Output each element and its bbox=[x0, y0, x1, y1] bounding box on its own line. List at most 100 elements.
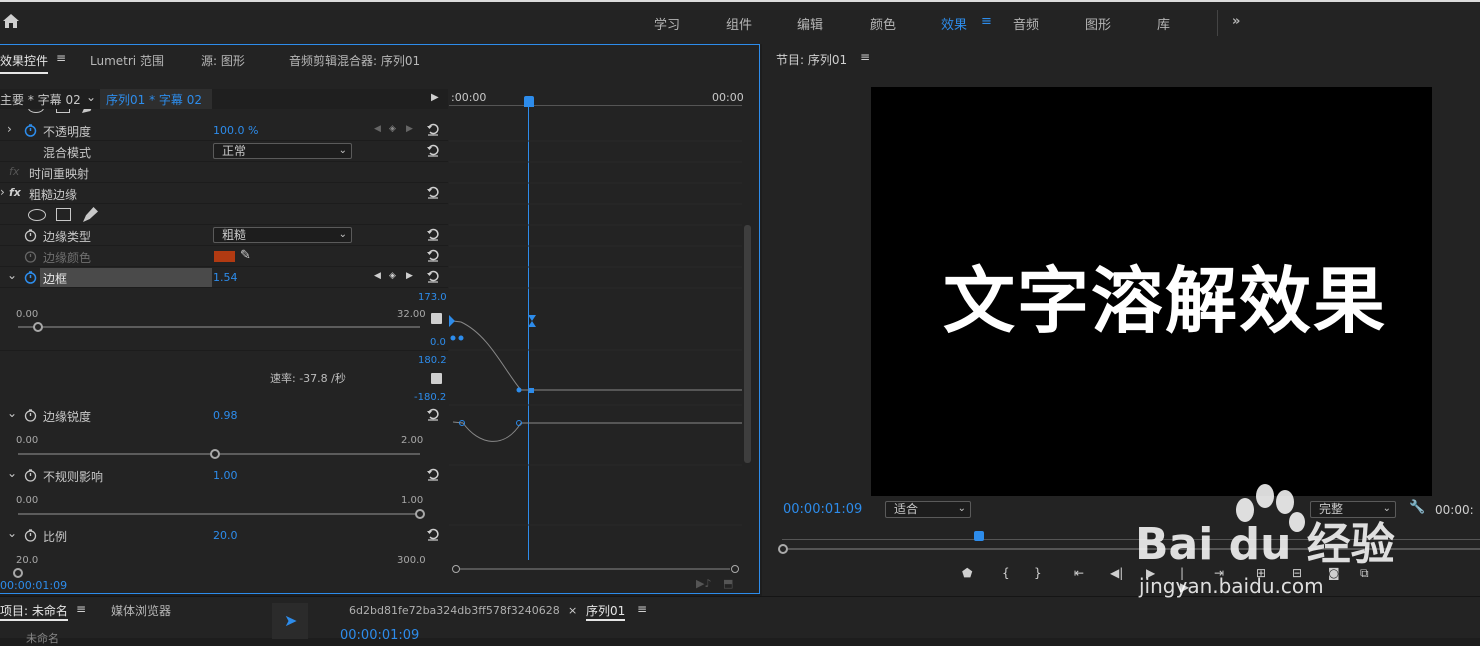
reset-icon[interactable] bbox=[426, 269, 440, 283]
tab-menu-icon[interactable]: ≡ bbox=[637, 602, 647, 616]
home-icon[interactable] bbox=[2, 12, 20, 30]
next-keyframe-icon[interactable]: ▶ bbox=[406, 271, 413, 281]
step-back-icon[interactable]: ◀| bbox=[1110, 566, 1123, 580]
tab-media-browser[interactable]: 媒体浏览器 bbox=[111, 602, 171, 619]
stopwatch-icon[interactable] bbox=[24, 271, 37, 284]
play-only-audio-icon[interactable]: ▶ bbox=[431, 92, 439, 103]
stopwatch-icon[interactable] bbox=[24, 229, 37, 242]
irregular-slider-knob[interactable] bbox=[415, 509, 425, 519]
rectangle-mask-icon[interactable] bbox=[56, 109, 70, 113]
sequence-clip-tab[interactable]: 序列01 * 字幕 02 bbox=[100, 89, 212, 109]
workspace-tab-editing[interactable]: 编辑 bbox=[797, 14, 823, 33]
pen-mask-icon[interactable] bbox=[82, 109, 94, 113]
scale-slider-knob[interactable] bbox=[13, 568, 23, 578]
mark-out-icon[interactable]: } bbox=[1034, 566, 1042, 580]
mark-in-icon[interactable]: { bbox=[1002, 566, 1010, 580]
zoom-start-handle[interactable] bbox=[778, 544, 788, 554]
pen-mask-icon[interactable] bbox=[83, 207, 98, 222]
sharpness-slider-knob[interactable] bbox=[209, 449, 220, 459]
go-to-in-icon[interactable]: ⇤ bbox=[1074, 566, 1084, 580]
chevron-down-icon[interactable]: ⌄ bbox=[7, 406, 17, 420]
tab-menu-icon[interactable]: ≡ bbox=[56, 51, 66, 65]
workspace-tab-audio[interactable]: 音频 bbox=[1013, 14, 1039, 33]
tab-sequence[interactable]: 序列01 bbox=[586, 602, 626, 621]
add-marker-icon[interactable]: ⬟ bbox=[962, 566, 972, 580]
fx-icon[interactable]: fx bbox=[9, 165, 19, 178]
selection-tool-icon[interactable]: ➤ bbox=[284, 611, 297, 630]
chevron-right-icon[interactable]: › bbox=[0, 185, 5, 199]
effect-controls-timecode[interactable]: 00:00:01:09 bbox=[0, 579, 67, 592]
reset-icon[interactable] bbox=[426, 527, 440, 541]
workspace-menu-icon[interactable]: ≡ bbox=[981, 14, 992, 29]
eyedropper-icon[interactable]: ✎ bbox=[240, 248, 251, 263]
tab-project[interactable]: 项目: 未命名 bbox=[0, 602, 68, 621]
workspace-tab-assembly[interactable]: 组件 bbox=[726, 14, 752, 33]
scroll-start-handle[interactable] bbox=[452, 565, 460, 573]
keyframe-graph[interactable] bbox=[449, 105, 742, 575]
reset-icon[interactable] bbox=[426, 467, 440, 481]
tab-source-file[interactable]: 6d2bd81fe72ba324db3ff578f3240628 bbox=[349, 604, 560, 617]
fx-icon[interactable]: fx bbox=[9, 186, 21, 199]
velocity-scale-icon[interactable] bbox=[431, 373, 442, 384]
scale-value[interactable]: 20.0 bbox=[213, 529, 238, 542]
stopwatch-icon[interactable] bbox=[24, 409, 37, 422]
chevron-down-icon[interactable]: ⌄ bbox=[7, 268, 17, 282]
stopwatch-icon[interactable] bbox=[24, 529, 37, 542]
rectangle-mask-icon[interactable] bbox=[56, 208, 71, 221]
add-keyframe-icon[interactable]: ◈ bbox=[389, 124, 396, 134]
audio-icon[interactable]: ▶♪ bbox=[696, 577, 711, 590]
workspace-tab-libraries[interactable]: 库 bbox=[1157, 14, 1170, 33]
reset-icon[interactable] bbox=[426, 227, 440, 241]
ellipse-mask-icon[interactable] bbox=[28, 109, 44, 113]
chevron-right-icon[interactable]: › bbox=[7, 122, 12, 136]
stopwatch-icon[interactable] bbox=[24, 250, 37, 263]
scroll-end-handle[interactable] bbox=[731, 565, 739, 573]
tab-lumetri-scopes[interactable]: Lumetri 范围 bbox=[90, 52, 164, 69]
program-timecode[interactable]: 00:00:01:09 bbox=[783, 502, 862, 517]
master-clip-label[interactable]: 主要 * 字幕 02 bbox=[0, 91, 81, 108]
video-preview[interactable]: 文字溶解效果 bbox=[871, 87, 1432, 496]
border-slider-knob[interactable] bbox=[33, 322, 44, 332]
workspace-tab-effects[interactable]: 效果 bbox=[941, 14, 967, 33]
close-icon[interactable]: × bbox=[568, 604, 577, 617]
fit-dropdown[interactable]: 适合 ⌄ bbox=[885, 501, 971, 518]
next-keyframe-icon[interactable]: ▶ bbox=[406, 124, 413, 134]
tab-source[interactable]: 源: 图形 bbox=[201, 52, 245, 69]
add-keyframe-icon[interactable]: ◈ bbox=[389, 271, 396, 281]
reset-icon[interactable] bbox=[426, 248, 440, 262]
graph-scale-icon[interactable] bbox=[431, 313, 442, 324]
chevron-down-icon[interactable]: ⌄ bbox=[86, 90, 96, 104]
workspace-tab-learn[interactable]: 学习 bbox=[654, 14, 680, 33]
reset-icon[interactable] bbox=[426, 122, 440, 136]
tab-audio-clip-mixer[interactable]: 音频剪辑混合器: 序列01 bbox=[289, 52, 420, 69]
border-value[interactable]: 1.54 bbox=[213, 271, 238, 284]
blend-mode-dropdown[interactable]: 正常 ⌄ bbox=[213, 143, 352, 159]
ellipse-mask-icon[interactable] bbox=[28, 209, 46, 221]
vertical-scrollbar[interactable] bbox=[744, 225, 751, 463]
horizontal-scrollbar[interactable] bbox=[452, 565, 740, 573]
edge-type-dropdown[interactable]: 粗糙 ⌄ bbox=[213, 227, 352, 243]
reset-icon[interactable] bbox=[426, 185, 440, 199]
edge-color-swatch[interactable] bbox=[214, 251, 235, 262]
opacity-value[interactable]: 100.0 % bbox=[213, 124, 258, 137]
more-workspaces-button[interactable]: » bbox=[1232, 14, 1240, 29]
reset-icon[interactable] bbox=[426, 407, 440, 421]
edge-sharpness-value[interactable]: 0.98 bbox=[213, 409, 238, 422]
tab-menu-icon[interactable]: ≡ bbox=[76, 602, 86, 616]
workspace-tab-color[interactable]: 颜色 bbox=[870, 14, 896, 33]
workspace-tab-graphics[interactable]: 图形 bbox=[1085, 14, 1111, 33]
border-slider-track[interactable] bbox=[18, 326, 420, 328]
prev-keyframe-icon[interactable]: ◀ bbox=[374, 124, 381, 134]
sequence-timecode[interactable]: 00:00:01:09 bbox=[340, 628, 419, 643]
stopwatch-icon[interactable] bbox=[24, 469, 37, 482]
irregular-influence-value[interactable]: 1.00 bbox=[213, 469, 238, 482]
irregular-slider-track[interactable] bbox=[18, 513, 420, 515]
reset-icon[interactable] bbox=[426, 143, 440, 157]
stopwatch-icon[interactable] bbox=[24, 124, 37, 137]
program-playhead[interactable] bbox=[974, 531, 984, 541]
chevron-down-icon[interactable]: ⌄ bbox=[7, 466, 17, 480]
export-icon[interactable]: ⬒ bbox=[723, 577, 733, 590]
tab-effect-controls[interactable]: 效果控件 bbox=[0, 52, 49, 74]
prev-keyframe-icon[interactable]: ◀ bbox=[374, 271, 381, 281]
program-title[interactable]: 节目: 序列01 bbox=[776, 51, 847, 68]
